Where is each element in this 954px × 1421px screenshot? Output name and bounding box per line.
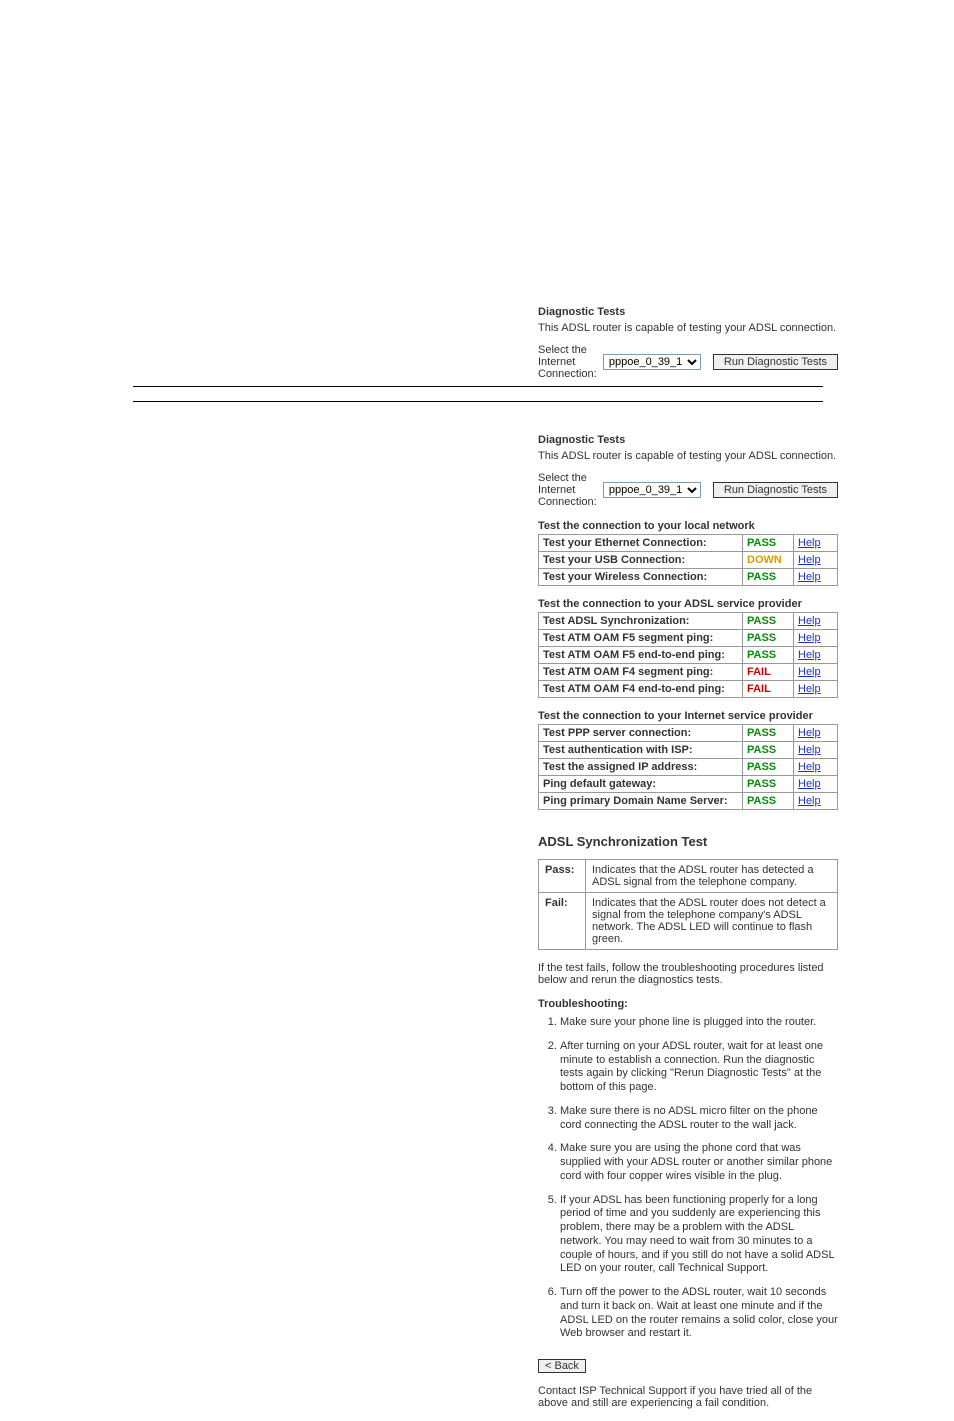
table-row: Test ATM OAM F4 segment ping:FAILHelp [539, 664, 838, 681]
table-row: Test the assigned IP address:PASSHelp [539, 759, 838, 776]
list-item: If your ADSL has been functioning proper… [560, 1194, 838, 1277]
table-row: Test your USB Connection:DOWNHelp [539, 552, 838, 569]
diag-title-2: Diagnostic Tests [538, 434, 838, 446]
list-item: Turn off the power to the ADSL router, w… [560, 1286, 838, 1341]
group3-table: Test PPP server connection:PASSHelp Test… [538, 724, 838, 810]
table-row: Ping primary Domain Name Server:PASSHelp [539, 793, 838, 810]
sync-title: ADSL Synchronization Test [538, 834, 838, 849]
table-row: Test authentication with ISP:PASSHelp [539, 742, 838, 759]
help-link[interactable]: Help [798, 649, 821, 661]
table-row: Test your Wireless Connection:PASSHelp [539, 569, 838, 586]
troubleshooting-list: Make sure your phone line is plugged int… [538, 1016, 838, 1341]
table-row: Test your Ethernet Connection:PASSHelp [539, 535, 838, 552]
list-item: After turning on your ADSL router, wait … [560, 1040, 838, 1095]
select-label-2: Select the Internet Connection: [538, 472, 597, 508]
help-link[interactable]: Help [798, 795, 821, 807]
run-tests-button-1[interactable]: Run Diagnostic Tests [713, 354, 838, 370]
group3-title: Test the connection to your Internet ser… [538, 710, 838, 722]
help-link[interactable]: Help [798, 554, 821, 566]
select-label-1: Select the Internet Connection: [538, 344, 597, 380]
sync-pass-text: Indicates that the ADSL router has detec… [586, 860, 838, 893]
help-link[interactable]: Help [798, 632, 821, 644]
help-link[interactable]: Help [798, 683, 821, 695]
group2-title: Test the connection to your ADSL service… [538, 598, 838, 610]
connection-select-1[interactable]: pppoe_0_39_1 [603, 354, 701, 370]
run-tests-button-2[interactable]: Run Diagnostic Tests [713, 482, 838, 498]
sync-fail-text: Indicates that the ADSL router does not … [586, 893, 838, 950]
group1-table: Test your Ethernet Connection:PASSHelp T… [538, 534, 838, 586]
help-link[interactable]: Help [798, 615, 821, 627]
help-link[interactable]: Help [798, 778, 821, 790]
diag-intro-1: This ADSL router is capable of testing y… [538, 322, 838, 334]
diag-title-1: Diagnostic Tests [538, 306, 838, 318]
list-item: Make sure you are using the phone cord t… [560, 1142, 838, 1183]
troubleshooting-title: Troubleshooting: [538, 998, 838, 1010]
sync-table: Pass:Indicates that the ADSL router has … [538, 859, 838, 950]
list-item: Make sure your phone line is plugged int… [560, 1016, 838, 1030]
help-link[interactable]: Help [798, 537, 821, 549]
help-link[interactable]: Help [798, 571, 821, 583]
help-link[interactable]: Help [798, 761, 821, 773]
group2-table: Test ADSL Synchronization:PASSHelp Test … [538, 612, 838, 698]
afterfail-text: If the test fails, follow the troublesho… [538, 962, 838, 986]
table-row: Test PPP server connection:PASSHelp [539, 725, 838, 742]
sync-pass-key: Pass: [539, 860, 586, 893]
table-row: Test ATM OAM F5 end-to-end ping:PASSHelp [539, 647, 838, 664]
help-link[interactable]: Help [798, 727, 821, 739]
connection-select-2[interactable]: pppoe_0_39_1 [603, 482, 701, 498]
help-link[interactable]: Help [798, 744, 821, 756]
table-row: Test ATM OAM F4 end-to-end ping:FAILHelp [539, 681, 838, 698]
group1-title: Test the connection to your local networ… [538, 520, 838, 532]
help-link[interactable]: Help [798, 666, 821, 678]
table-row: Test ADSL Synchronization:PASSHelp [539, 613, 838, 630]
diag-intro-2: This ADSL router is capable of testing y… [538, 450, 838, 462]
table-row: Test ATM OAM F5 segment ping:PASSHelp [539, 630, 838, 647]
list-item: Make sure there is no ADSL micro filter … [560, 1105, 838, 1133]
table-row: Ping default gateway:PASSHelp [539, 776, 838, 793]
back-button[interactable]: < Back [538, 1359, 586, 1373]
contact-text: Contact ISP Technical Support if you hav… [538, 1385, 838, 1409]
sync-fail-key: Fail: [539, 893, 586, 950]
